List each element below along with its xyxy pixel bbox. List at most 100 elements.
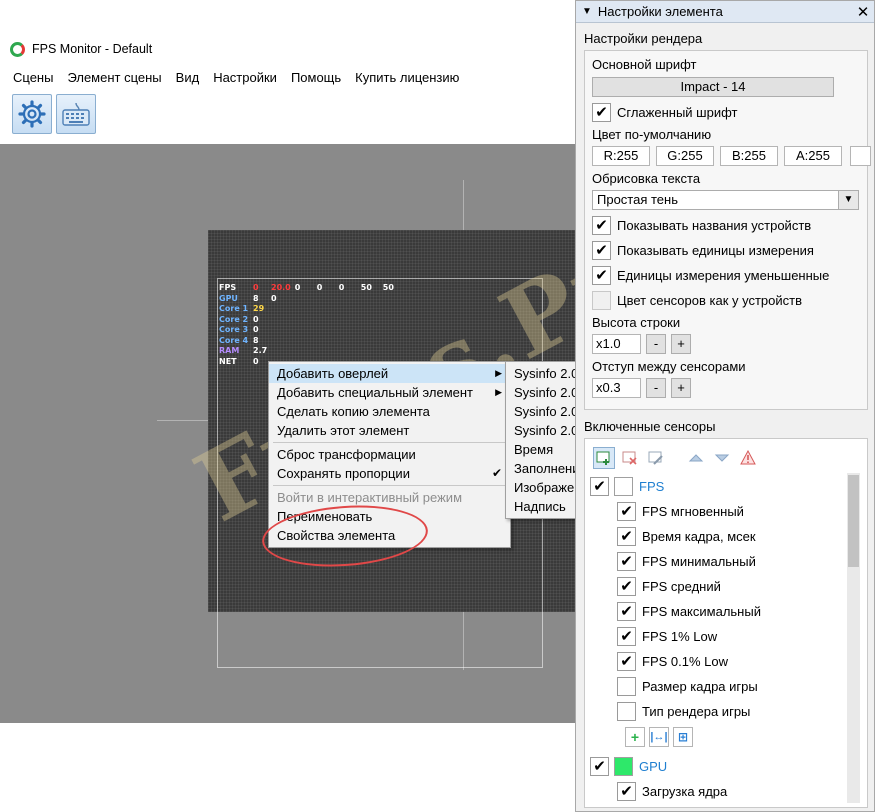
submenu-item[interactable]: Sysinfo 2.0 (506, 421, 579, 440)
menu-buy-license[interactable]: Купить лицензию (348, 70, 466, 85)
menu-settings[interactable]: Настройки (206, 70, 284, 85)
sensor-gap-plus-button[interactable]: + (671, 378, 691, 398)
submenu-item[interactable]: Sysinfo 2.0 (506, 364, 579, 383)
sensor-item-checkbox[interactable]: ✔ (617, 651, 636, 671)
keyboard-button[interactable] (56, 94, 96, 134)
sensor-item-checkbox[interactable]: ✔ (617, 601, 636, 621)
overlay-sensor-value: 29 (253, 304, 265, 313)
sensor-gap-input[interactable]: x0.3 (592, 378, 641, 398)
submenu-item[interactable]: Заполнение (506, 459, 579, 478)
sensor-item-checkbox[interactable]: ✔ (617, 551, 636, 571)
sensor-item[interactable]: ✔ FPS 0.1% Low (617, 650, 728, 672)
color-r-field[interactable]: R:255 (592, 146, 650, 166)
row-height-input[interactable]: x1.0 (592, 334, 641, 354)
color-g-field[interactable]: G:255 (656, 146, 714, 166)
color-a-field[interactable]: A:255 (784, 146, 842, 166)
context-menu-item-label: Добавить оверлей (277, 366, 389, 381)
add-item-button[interactable]: + (625, 727, 645, 747)
smooth-font-checkbox[interactable]: ✔ (592, 102, 611, 122)
context-menu-item[interactable]: Добавить оверлей ▶ (269, 364, 510, 383)
main-font-label: Основной шрифт (592, 57, 697, 72)
sensor-color-checkbox[interactable] (592, 290, 611, 310)
overlay-sensor-value: 0 (253, 325, 259, 334)
show-device-names-checkbox[interactable]: ✔ (592, 215, 611, 235)
sensor-item[interactable]: ✔ FPS средний (617, 575, 721, 597)
sensor-group-fps[interactable]: ✔ FPS (590, 475, 664, 497)
context-menu-item[interactable]: Добавить специальный элемент ▶ (269, 383, 510, 402)
submenu-item[interactable]: Время (506, 440, 579, 459)
overlay-row: Core 2 0 (219, 315, 405, 326)
title-bar: FPS Monitor - Default (0, 33, 580, 65)
show-units-checkbox[interactable]: ✔ (592, 240, 611, 260)
color-b-field[interactable]: B:255 (720, 146, 778, 166)
sensor-group-gpu[interactable]: ✔ GPU (590, 755, 667, 777)
sensor-item-checkbox[interactable]: ✔ (617, 576, 636, 596)
spacing-button[interactable]: |↔| (649, 727, 669, 747)
text-outline-select[interactable]: Простая тень ▼ (592, 190, 859, 210)
overlay-sensor-value: 0 (271, 293, 277, 303)
show-device-names-option[interactable]: ✔ Показывать названия устройств (592, 215, 811, 235)
context-menu-item[interactable]: Удалить этот элемент (269, 421, 510, 440)
row-height-minus-button[interactable]: - (646, 334, 666, 354)
sensor-item-checkbox[interactable]: ✔ (617, 781, 636, 801)
settings-gear-button[interactable] (12, 94, 52, 134)
sensor-item-label: Загрузка ядра (642, 783, 728, 799)
move-down-button[interactable] (711, 447, 733, 469)
sensor-item[interactable]: ✔ FPS мгновенный (617, 500, 744, 522)
menu-view[interactable]: Вид (169, 70, 207, 85)
close-icon[interactable]: ✕ (852, 3, 874, 21)
sensor-item-checkbox[interactable]: ✔ (617, 626, 636, 646)
small-units-option[interactable]: ✔ Единицы измерения уменьшенные (592, 265, 829, 285)
sensor-item[interactable]: Тип рендера игры (617, 700, 750, 722)
sensor-list-scrollbar[interactable] (847, 473, 860, 803)
color-swatch[interactable] (850, 146, 871, 166)
menu-scene-element[interactable]: Элемент сцены (60, 70, 168, 85)
submenu-item[interactable]: Надпись (506, 497, 579, 516)
sensor-group-color-swatch[interactable] (614, 476, 633, 496)
sensor-item-label: FPS 1% Low (642, 628, 718, 644)
sensor-color-option[interactable]: Цвет сенсоров как у устройств (592, 290, 802, 310)
context-menu-item-label: Удалить этот элемент (277, 423, 410, 438)
sensor-group-checkbox[interactable]: ✔ (590, 756, 609, 776)
sensor-item-checkbox[interactable] (617, 676, 636, 696)
small-units-checkbox[interactable]: ✔ (592, 265, 611, 285)
context-menu-item-label: Сохранять пропорции (277, 466, 410, 481)
submenu-item[interactable]: Sysinfo 2.0 (506, 383, 579, 402)
submenu-item[interactable]: Изображение (506, 478, 579, 497)
menu-scenes[interactable]: Сцены (6, 70, 60, 85)
move-up-button[interactable] (685, 447, 707, 469)
group-button[interactable]: ⊞ (673, 727, 693, 747)
sensor-group-checkbox[interactable]: ✔ (590, 476, 609, 496)
sensor-item[interactable]: ✔ FPS 1% Low (617, 625, 717, 647)
main-font-button[interactable]: Impact - 14 (592, 77, 834, 97)
sensor-group-color-swatch[interactable] (614, 756, 633, 776)
sensor-item-checkbox[interactable]: ✔ (617, 501, 636, 521)
scrollbar-thumb[interactable] (848, 475, 859, 567)
row-height-plus-button[interactable]: + (671, 334, 691, 354)
sensor-item-checkbox[interactable]: ✔ (617, 526, 636, 546)
context-menu-item[interactable]: Сброс трансформации (269, 445, 510, 464)
smooth-font-option[interactable]: ✔ Сглаженный шрифт (592, 102, 737, 122)
sensor-item[interactable]: ✔ FPS максимальный (617, 600, 761, 622)
submenu-item[interactable]: Sysinfo 2.0 (506, 402, 579, 421)
dropdown-arrow-icon[interactable]: ▼ (838, 191, 858, 209)
overlay-sensor-value: 50 (382, 283, 394, 292)
sensor-item[interactable]: ✔ Загрузка ядра (617, 780, 727, 802)
collapse-arrow-icon[interactable]: ▼ (582, 6, 592, 17)
sensor-item[interactable]: ✔ Время кадра, мсек (617, 525, 756, 547)
sensor-item-checkbox[interactable] (617, 701, 636, 721)
sensor-gap-minus-button[interactable]: - (646, 378, 666, 398)
context-menu-item[interactable]: Сделать копию элемента (269, 402, 510, 421)
add-sensor-button[interactable] (593, 447, 615, 469)
sensor-item[interactable]: ✔ FPS минимальный (617, 550, 756, 572)
warning-icon (740, 450, 756, 465)
show-units-option[interactable]: ✔ Показывать единицы измерения (592, 240, 814, 260)
menu-help[interactable]: Помощь (284, 70, 348, 85)
sensor-item[interactable]: Размер кадра игры (617, 675, 758, 697)
warning-button[interactable] (737, 447, 759, 469)
context-menu-item[interactable]: Сохранять пропорции ✔ (269, 464, 510, 483)
row-height-control: x1.0 - + (592, 334, 691, 354)
remove-sensor-button[interactable] (619, 447, 641, 469)
edit-sensor-button[interactable] (645, 447, 667, 469)
overlay-preview[interactable]: FPS 0 20.0 0 0 0 50 50 GPU 8 0 Core 1 29 Core 2 0 Core … (219, 283, 405, 367)
